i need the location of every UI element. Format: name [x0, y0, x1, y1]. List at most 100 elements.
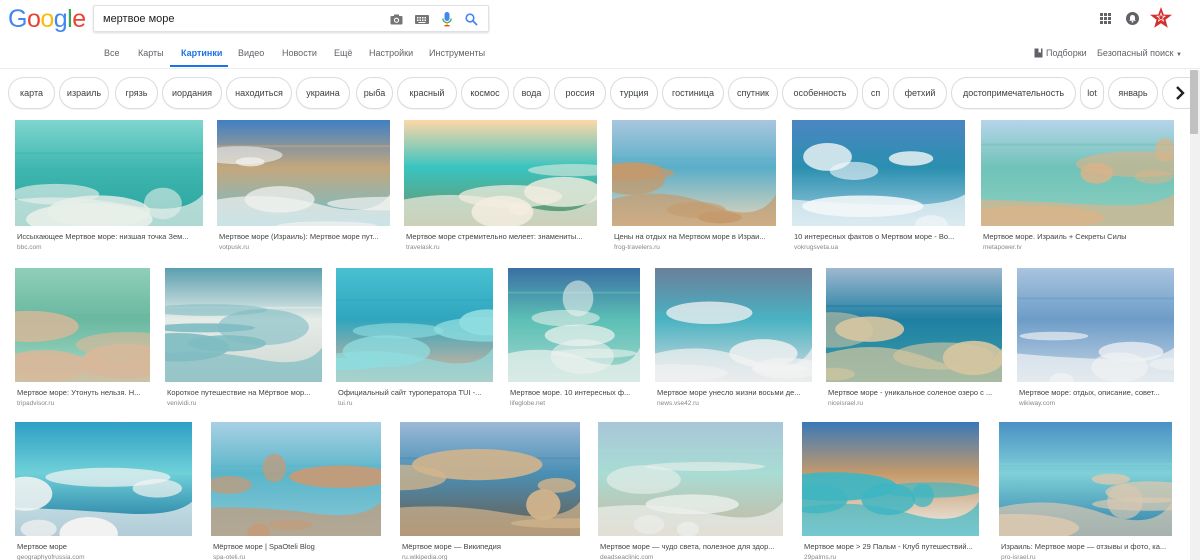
- image-thumbnail[interactable]: [336, 268, 493, 382]
- google-logo[interactable]: Google: [8, 6, 86, 32]
- chip-related-search[interactable]: иордания: [162, 77, 222, 109]
- chip-related-search[interactable]: вода: [513, 77, 550, 109]
- chip-related-search[interactable]: сп: [862, 77, 889, 109]
- image-result[interactable]: Мертвое море - уникальное соленое озеро …: [826, 268, 1002, 412]
- image-result[interactable]: Мёртвое море — Википедия ru.wikipedia.org: [400, 422, 580, 560]
- page-scrollbar[interactable]: [1190, 70, 1200, 560]
- chip-related-search[interactable]: грязь: [115, 77, 158, 109]
- image-thumbnail[interactable]: [598, 422, 783, 536]
- tab-news[interactable]: Новости: [282, 48, 317, 58]
- safe-search-dropdown[interactable]: Безопасный поиск ▼: [1097, 48, 1182, 58]
- image-thumbnail[interactable]: [802, 422, 979, 536]
- scrollbar-thumb[interactable]: [1190, 70, 1198, 134]
- image-result[interactable]: Мертвое море (Израиль): Мертвое море пут…: [217, 120, 390, 256]
- collections-icon[interactable]: [1034, 48, 1043, 60]
- image-result[interactable]: Мертвое море унесло жизни восьми де... ne…: [655, 268, 812, 412]
- image-result[interactable]: Иссыхающее Мертвое море: низшая точка Зе…: [15, 120, 203, 256]
- image-thumbnail[interactable]: [1017, 268, 1174, 382]
- image-caption[interactable]: Мертвое море. 10 интересных ф...: [510, 388, 638, 397]
- collections-link[interactable]: Подборки: [1046, 48, 1087, 58]
- tab-more[interactable]: Ещё: [334, 48, 352, 58]
- image-result[interactable]: Мертвое море geographyofrussia.com: [15, 422, 192, 560]
- tab-all[interactable]: Все: [104, 48, 120, 58]
- image-caption[interactable]: Мертвое море — чудо света, полезное для …: [600, 542, 781, 551]
- tab-images[interactable]: Картинки: [181, 48, 222, 58]
- notifications-icon[interactable]: [1124, 9, 1140, 27]
- search-input[interactable]: [103, 10, 373, 28]
- image-thumbnail[interactable]: [999, 422, 1172, 536]
- image-caption[interactable]: Мертвое море - уникальное соленое озеро …: [828, 388, 1000, 397]
- image-thumbnail[interactable]: [792, 120, 965, 226]
- chip-related-search[interactable]: карта: [8, 77, 55, 109]
- image-result[interactable]: Израиль: Мертвое море — отзывы и фото, к…: [999, 422, 1172, 560]
- image-caption[interactable]: Мертвое море (Израиль): Мертвое море пут…: [219, 232, 388, 241]
- chip-related-search[interactable]: достопримечательность: [951, 77, 1076, 109]
- image-caption[interactable]: Мертвое море: [17, 542, 190, 551]
- image-result[interactable]: Официальный сайт туроператора TUI -... tu…: [336, 268, 493, 412]
- image-result[interactable]: Мертвое море: Утонуть нельзя. Н... tripad…: [15, 268, 150, 412]
- chip-related-search[interactable]: январь: [1108, 77, 1158, 109]
- image-caption[interactable]: Мертвое море. Израиль + Секреты Силы: [983, 232, 1172, 241]
- image-caption[interactable]: Израиль: Мертвое море — отзывы и фото, к…: [1001, 542, 1170, 551]
- chip-related-search[interactable]: рыба: [356, 77, 393, 109]
- search-icon[interactable]: [463, 11, 479, 27]
- image-caption[interactable]: Мёртвое море — Википедия: [402, 542, 578, 551]
- image-thumbnail[interactable]: [400, 422, 580, 536]
- image-thumbnail[interactable]: [211, 422, 381, 536]
- chip-related-search[interactable]: lot: [1080, 77, 1104, 109]
- chip-related-search[interactable]: турция: [610, 77, 658, 109]
- star-profile-icon[interactable]: [1149, 6, 1173, 30]
- image-thumbnail[interactable]: [15, 120, 203, 226]
- image-thumbnail[interactable]: [981, 120, 1174, 226]
- image-source-domain: metapower.tv: [983, 244, 1022, 251]
- image-thumbnail[interactable]: [612, 120, 776, 226]
- chip-related-search[interactable]: гостиница: [662, 77, 724, 109]
- chip-related-search[interactable]: украина: [296, 77, 350, 109]
- image-result[interactable]: Мертвое море: отдых, описание, совет... w…: [1017, 268, 1174, 412]
- image-caption[interactable]: Мёртвое море | SpaOteli Blog: [213, 542, 379, 551]
- image-result[interactable]: 10 интересных фактов о Мертвом море - Во…: [792, 120, 965, 256]
- image-result[interactable]: Цены на отдых на Мертвом море в Израи...…: [612, 120, 776, 256]
- image-thumbnail[interactable]: [15, 422, 192, 536]
- image-result[interactable]: Мертвое море. Израиль + Секреты Силы meta…: [981, 120, 1174, 256]
- image-result[interactable]: Мертвое море стремительно мелеет: знамен…: [404, 120, 597, 256]
- image-caption[interactable]: 10 интересных фактов о Мертвом море - Во…: [794, 232, 963, 241]
- image-thumbnail[interactable]: [217, 120, 390, 226]
- mic-icon[interactable]: [439, 11, 455, 27]
- image-thumbnail[interactable]: [826, 268, 1002, 382]
- image-caption[interactable]: Мертвое море унесло жизни восьми де...: [657, 388, 810, 397]
- tab-settings[interactable]: Настройки: [369, 48, 413, 58]
- image-caption[interactable]: Мертвое море > 29 Пальм - Клуб путешеств…: [804, 542, 977, 551]
- image-thumbnail[interactable]: [15, 268, 150, 382]
- image-thumbnail[interactable]: [508, 268, 640, 382]
- chip-related-search[interactable]: красный: [397, 77, 457, 109]
- chip-related-search[interactable]: израиль: [59, 77, 109, 109]
- image-result[interactable]: Мертвое море — чудо света, полезное для …: [598, 422, 783, 560]
- chip-related-search[interactable]: спутник: [728, 77, 778, 109]
- image-caption[interactable]: Мертвое море: отдых, описание, совет...: [1019, 388, 1172, 397]
- image-caption[interactable]: Короткое путешествие на Мёртвое мор...: [167, 388, 320, 397]
- image-result[interactable]: Мертвое море > 29 Пальм - Клуб путешеств…: [802, 422, 979, 560]
- chip-related-search[interactable]: находиться: [226, 77, 292, 109]
- chip-related-search[interactable]: фетхий: [893, 77, 947, 109]
- image-result[interactable]: Короткое путешествие на Мёртвое мор... ve…: [165, 268, 322, 412]
- image-thumbnail[interactable]: [404, 120, 597, 226]
- camera-icon[interactable]: [388, 11, 404, 27]
- image-thumbnail[interactable]: [655, 268, 812, 382]
- image-caption[interactable]: Иссыхающее Мертвое море: низшая точка Зе…: [17, 232, 201, 241]
- image-result[interactable]: Мёртвое море | SpaOteli Blog spa-oteli.ru: [211, 422, 381, 560]
- keyboard-icon[interactable]: [414, 11, 430, 27]
- image-caption[interactable]: Цены на отдых на Мертвом море в Израи...: [614, 232, 774, 241]
- chip-related-search[interactable]: особенность: [782, 77, 858, 109]
- image-caption[interactable]: Официальный сайт туроператора TUI -...: [338, 388, 491, 397]
- image-caption[interactable]: Мертвое море стремительно мелеет: знамен…: [406, 232, 595, 241]
- apps-grid-icon[interactable]: [1097, 9, 1113, 27]
- chip-related-search[interactable]: россия: [554, 77, 606, 109]
- tab-video[interactable]: Видео: [238, 48, 264, 58]
- chip-related-search[interactable]: космос: [461, 77, 509, 109]
- image-result[interactable]: Мертвое море. 10 интересных ф... lifeglob…: [508, 268, 640, 412]
- tab-maps[interactable]: Карты: [138, 48, 164, 58]
- tab-tools[interactable]: Инструменты: [429, 48, 485, 58]
- image-thumbnail[interactable]: [165, 268, 322, 382]
- image-caption[interactable]: Мертвое море: Утонуть нельзя. Н...: [17, 388, 148, 397]
